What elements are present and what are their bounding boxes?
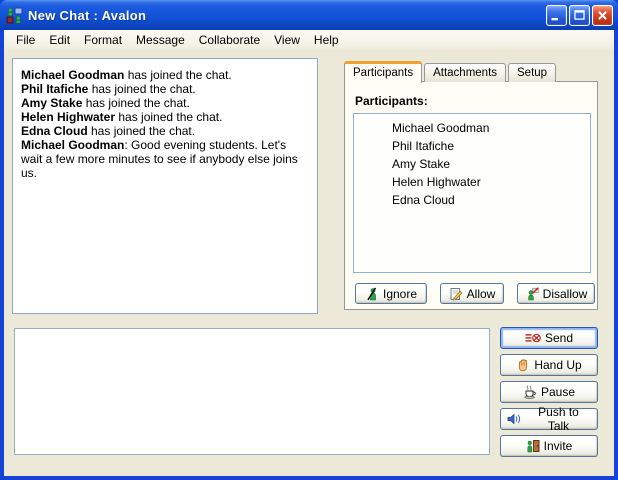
disallow-button[interactable]: Disallow [517, 283, 595, 304]
send-button[interactable]: Send [500, 327, 598, 349]
chat-message-text: has joined the chat. [124, 68, 231, 82]
menu-bar: FileEditFormatMessageCollaborateViewHelp [4, 30, 614, 50]
participant-item[interactable]: Helen Highwater [354, 173, 590, 191]
invite-button[interactable]: Invite [500, 435, 598, 457]
menu-item[interactable]: View [268, 31, 306, 49]
maximize-button[interactable] [569, 5, 590, 26]
menu-item[interactable]: Message [130, 31, 191, 49]
allow-button-label: Allow [467, 287, 496, 301]
chat-message: Amy Stake has joined the chat. [21, 96, 309, 110]
hand-up-button-label: Hand Up [534, 358, 581, 372]
ignore-button[interactable]: Ignore [355, 283, 427, 304]
chat-message-text: has joined the chat. [115, 110, 222, 124]
window-controls [546, 5, 613, 26]
participants-panel: Participants: Michael GoodmanPhil Itafic… [344, 81, 598, 310]
chat-message: Helen Highwater has joined the chat. [21, 110, 309, 124]
send-button-label: Send [545, 331, 573, 345]
chat-message-sender: Phil Itafiche [21, 82, 88, 96]
raised-hand-icon [516, 358, 530, 372]
chat-message: Edna Cloud has joined the chat. [21, 124, 309, 138]
app-icon [6, 7, 23, 24]
tab-setup[interactable]: Setup [508, 63, 556, 82]
action-buttons: Send Hand Up [500, 327, 598, 457]
titlebar: New Chat : Avalon [0, 0, 618, 30]
chat-message-text: has joined the chat. [82, 96, 189, 110]
moderation-buttons: Ignore Allow [355, 283, 595, 305]
person-red-slash-icon [525, 287, 539, 301]
menu-item[interactable]: File [10, 31, 41, 49]
menu-item[interactable]: Format [78, 31, 128, 49]
speaker-icon [507, 413, 522, 425]
lines-target-icon [525, 332, 541, 344]
chat-message-text: has joined the chat. [88, 82, 195, 96]
chat-history: Michael Goodman has joined the chat. Phi… [12, 58, 318, 314]
pause-button[interactable]: Pause [500, 381, 598, 403]
menu-item[interactable]: Collaborate [193, 31, 266, 49]
menu-item[interactable]: Edit [43, 31, 76, 49]
chat-message: Michael Goodman: Good evening students. … [21, 138, 309, 180]
chat-message-sender: Michael Goodman [21, 68, 124, 82]
disallow-button-label: Disallow [543, 287, 588, 301]
tab-attachments[interactable]: Attachments [424, 63, 506, 82]
pause-button-label: Pause [541, 385, 575, 399]
chat-message-sender: Edna Cloud [21, 124, 88, 138]
participant-item[interactable]: Phil Itafiche [354, 137, 590, 155]
message-input[interactable] [14, 328, 490, 455]
hand-up-button[interactable]: Hand Up [500, 354, 598, 376]
push-to-talk-button-label: Push to Talk [526, 405, 591, 433]
chat-message-sender: Amy Stake [21, 96, 82, 110]
push-to-talk-button[interactable]: Push to Talk [500, 408, 598, 430]
participant-item[interactable]: Amy Stake [354, 155, 590, 173]
participants-label: Participants: [355, 94, 428, 108]
menu-item[interactable]: Help [308, 31, 345, 49]
ignore-button-label: Ignore [383, 287, 417, 301]
person-door-icon [526, 439, 540, 453]
invite-button-label: Invite [544, 439, 573, 453]
window-title: New Chat : Avalon [28, 8, 546, 23]
chat-message: Michael Goodman has joined the chat. [21, 68, 309, 82]
tab-participants[interactable]: Participants [344, 61, 422, 83]
person-slash-icon [365, 287, 379, 301]
participants-list[interactable]: Michael GoodmanPhil ItaficheAmy StakeHel… [353, 113, 591, 273]
chat-message-text: has joined the chat. [88, 124, 195, 138]
chat-window: New Chat : Avalon FileEditFormatMessageC… [0, 0, 618, 480]
chat-message-sender: Helen Highwater [21, 110, 115, 124]
minimize-button[interactable] [546, 5, 567, 26]
tab-bar: Participants Attachments Setup [344, 60, 558, 82]
chat-message: Phil Itafiche has joined the chat. [21, 82, 309, 96]
close-button[interactable] [592, 5, 613, 26]
coffee-cup-icon [523, 385, 537, 399]
participant-item[interactable]: Michael Goodman [354, 119, 590, 137]
chat-message-sender: Michael Goodman [21, 138, 124, 152]
note-pencil-icon [449, 287, 463, 301]
participant-item[interactable]: Edna Cloud [354, 191, 590, 209]
allow-button[interactable]: Allow [440, 283, 504, 304]
